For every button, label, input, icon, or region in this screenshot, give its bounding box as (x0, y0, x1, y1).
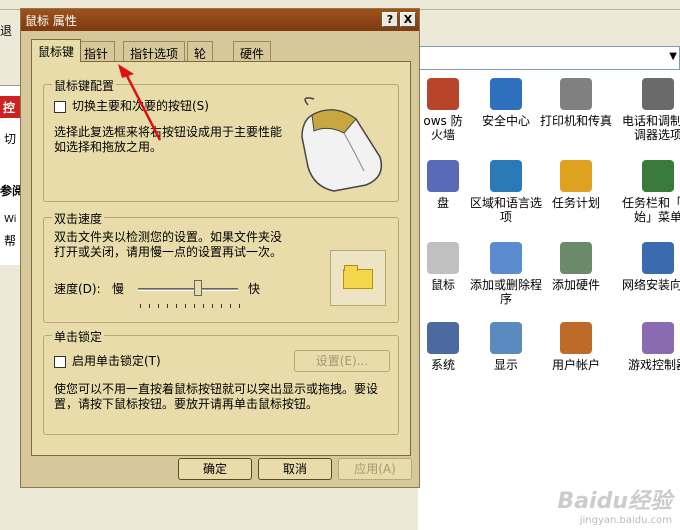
control-panel-item-label[interactable]: 打印机和传真 (536, 114, 616, 128)
panel-fragment-switch: 切 (4, 132, 17, 146)
control-panel-item[interactable]: 用户帐户 (536, 322, 616, 372)
control-panel-item-label[interactable]: 安全中心 (466, 114, 546, 128)
control-panel-item-icon[interactable] (490, 242, 522, 274)
speed-label: 速度(D): (54, 282, 101, 296)
speed-slider-thumb[interactable] (194, 280, 202, 296)
control-panel-item-icon[interactable] (642, 160, 674, 192)
help-button[interactable]: ? (382, 12, 398, 27)
control-panel-item[interactable]: 电话和调制解调器选项 (618, 78, 680, 142)
control-panel-item-icon[interactable] (490, 322, 522, 354)
group-double-click-speed: 双击速度 双击文件夹以检测您的设置。如果文件夹没 打开或关闭，请用慢一点的设置再… (43, 210, 399, 323)
group-button-config: 鼠标键配置 切换主要和次要的按钮(S) 选择此复选框来将右按钮设成用于主要性能 … (43, 77, 399, 202)
control-panel-item-label[interactable]: 区域和语言选项 (466, 196, 546, 224)
panel-header-fragment: 控 (0, 96, 22, 118)
tab-pointer-options[interactable]: 指针选项 (123, 41, 186, 61)
control-panel-item[interactable]: 鼠标 (420, 242, 466, 292)
control-panel-item[interactable]: 盘 (420, 160, 466, 210)
control-panel-item-label[interactable]: 盘 (420, 196, 466, 210)
control-panel-item-label[interactable]: 显示 (466, 358, 546, 372)
click-lock-desc-line1: 使您可以不用一直按着鼠标按钮就可以突出显示或拖拽。要设 (54, 382, 379, 396)
red-arrow-annotation (118, 64, 162, 141)
tab-pointers[interactable]: 指针 (77, 41, 116, 61)
control-panel-item[interactable]: 打印机和传真 (536, 78, 616, 128)
group-title-button-config: 鼠标键配置 (52, 77, 117, 94)
click-lock-checkbox[interactable] (54, 356, 66, 368)
control-panel-item-label[interactable]: 系统 (420, 358, 466, 372)
control-panel-item[interactable]: 任务计划 (536, 160, 616, 210)
control-panel-item-label[interactable]: 鼠标 (420, 278, 466, 292)
group-click-lock: 单击锁定 启用单击锁定(T) 设置(E)... 使您可以不用一直按着鼠标按钮就可… (43, 328, 399, 435)
panel-fragment-help: 帮 (4, 234, 17, 248)
speed-slow-label: 慢 (112, 282, 125, 296)
baidu-watermark: Baidu经验 jingyan.baidu.com (557, 489, 672, 526)
control-panel-item-icon[interactable] (560, 242, 592, 274)
control-panel-item-label[interactable]: 添加或删除程序 (466, 278, 546, 306)
tab-pane-buttons: 鼠标键配置 切换主要和次要的按钮(S) 选择此复选框来将右按钮设成用于主要性能 … (31, 61, 411, 456)
close-button[interactable]: X (400, 12, 416, 27)
control-panel-item-label[interactable]: 任务栏和「开始」菜单 (618, 196, 680, 224)
speed-fast-label: 快 (248, 282, 261, 296)
control-panel-item-label[interactable]: 用户帐户 (536, 358, 616, 372)
ok-button[interactable]: 确定 (178, 458, 252, 480)
control-panel-item-icon[interactable] (490, 160, 522, 192)
control-panel-item[interactable]: 网络安装向导 (618, 242, 680, 292)
speed-slider-ticks (140, 304, 240, 308)
control-panel-item[interactable]: 添加硬件 (536, 242, 616, 292)
control-panel-item-icon[interactable] (427, 242, 459, 274)
swap-buttons-checkbox[interactable] (54, 101, 66, 113)
control-panel-item[interactable]: 任务栏和「开始」菜单 (618, 160, 680, 224)
group-title-double-click: 双击速度 (52, 210, 105, 227)
click-lock-settings-button[interactable]: 设置(E)... (294, 350, 390, 372)
control-panel-item-icon[interactable] (560, 322, 592, 354)
tab-buttons[interactable]: 鼠标键 (31, 39, 82, 62)
control-panel-item-icon[interactable] (642, 242, 674, 274)
control-panel-item[interactable]: 游戏控制器 (618, 322, 680, 372)
cancel-button[interactable]: 取消 (258, 458, 332, 480)
dialog-title: 鼠标 属性 (25, 14, 77, 28)
control-panel-item[interactable]: 显示 (466, 322, 546, 372)
control-panel-item[interactable]: 添加或删除程序 (466, 242, 546, 306)
test-folder-area[interactable] (330, 250, 386, 306)
control-panel-item-icon[interactable] (560, 160, 592, 192)
back-button-fragment: 退 (0, 24, 13, 38)
control-panel-item-icon[interactable] (490, 78, 522, 110)
panel-fragment-windows: Wi (4, 214, 17, 225)
dialog-titlebar[interactable]: 鼠标 属性 ? X (21, 9, 419, 31)
control-panel-item-icon[interactable] (427, 160, 459, 192)
control-panel-item[interactable]: 安全中心 (466, 78, 546, 128)
double-click-desc-line2: 打开或关闭，请用慢一点的设置再试一次。 (54, 245, 283, 259)
control-panel-item-icon[interactable] (642, 322, 674, 354)
tab-wheel[interactable]: 轮 (187, 41, 214, 61)
tab-hardware[interactable]: 硬件 (233, 41, 272, 61)
control-panel-item-label[interactable]: 网络安装向导 (618, 278, 680, 292)
control-panel-item[interactable]: 系统 (420, 322, 466, 372)
control-panel-item-label[interactable]: 任务计划 (536, 196, 616, 210)
control-panel-item[interactable]: ows 防火墙 (420, 78, 466, 142)
control-panel-item-label[interactable]: ows 防火墙 (420, 114, 466, 142)
address-bar[interactable]: ▼ (418, 46, 680, 70)
speed-slider-track[interactable] (138, 288, 238, 291)
control-panel-item[interactable]: 区域和语言选项 (466, 160, 546, 224)
double-click-desc-line1: 双击文件夹以检测您的设置。如果文件夹没 (54, 230, 283, 244)
control-panel-item-icon[interactable] (642, 78, 674, 110)
control-panel-item-label[interactable]: 添加硬件 (536, 278, 616, 292)
mouse-icon (301, 97, 383, 192)
folder-icon[interactable] (343, 265, 373, 289)
click-lock-desc-line2: 置，请按下鼠标按钮。要放开请再单击鼠标按钮。 (54, 397, 319, 411)
control-panel-item-label[interactable]: 游戏控制器 (618, 358, 680, 372)
control-panel-item-icon[interactable] (560, 78, 592, 110)
click-lock-label[interactable]: 启用单击锁定(T) (72, 354, 161, 369)
chevron-down-icon[interactable]: ▼ (669, 51, 677, 62)
group-title-click-lock: 单击锁定 (52, 328, 105, 345)
control-panel-item-icon[interactable] (427, 78, 459, 110)
control-panel-item-icon[interactable] (427, 322, 459, 354)
control-panel-item-label[interactable]: 电话和调制解调器选项 (618, 114, 680, 142)
apply-button[interactable]: 应用(A) (338, 458, 412, 480)
background-task-panel: 控 切 参阅 Wi 帮 (0, 85, 24, 265)
mouse-properties-dialog: 鼠标 属性 ? X 鼠标键 指针 指针选项 轮 硬件 鼠标键配置 切换主要和次要… (20, 8, 420, 488)
